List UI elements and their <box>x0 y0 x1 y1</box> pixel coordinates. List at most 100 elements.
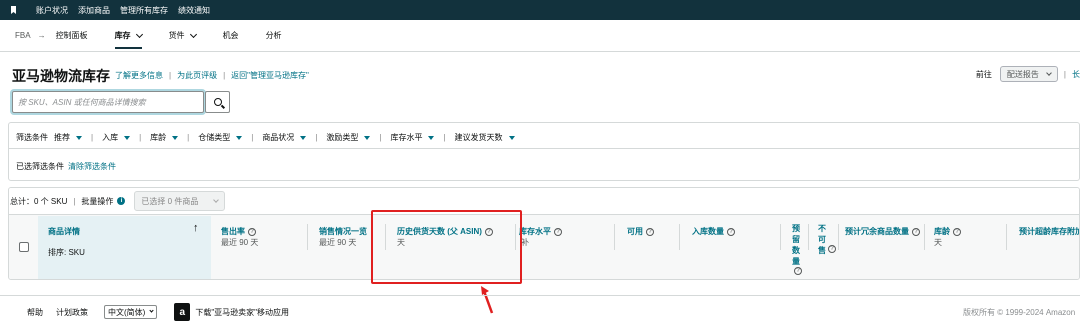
amazon-app-logo-icon[interactable]: a <box>174 303 191 321</box>
filter-item-label: 建议发货天数 <box>454 133 503 142</box>
column-header-reserved-quantity[interactable]: 预留数量 <box>792 223 802 267</box>
help-icon[interactable]: ? <box>727 227 735 236</box>
selected-filters-row: 已选筛选条件 清除筛选条件 <box>16 161 116 172</box>
selected-filters-label: 已选筛选条件 <box>16 162 64 171</box>
divider: | <box>251 133 254 142</box>
nav-tab-label: 控制面板 <box>55 31 88 40</box>
bulk-actions-select[interactable]: 已选择 0 件商品 <box>134 191 226 211</box>
filter-storage-type[interactable]: 仓储类型 <box>198 132 243 143</box>
help-icon[interactable]: ? <box>912 227 920 236</box>
filter-inbound[interactable]: 入库 <box>102 132 131 143</box>
truncated-link[interactable]: 长 <box>1072 69 1080 80</box>
search-button[interactable] <box>205 91 230 113</box>
column-header-available[interactable]: 可用? <box>627 226 654 237</box>
column-header-sell-through[interactable]: 售出率? <box>221 226 256 237</box>
topbar-link-performance-notifications[interactable]: 绩效通知 <box>178 5 210 16</box>
column-divider <box>838 224 839 250</box>
nav-tab-label: 机会 <box>222 31 239 40</box>
download-app-link[interactable]: 下载"亚马逊卖家"移动应用 <box>195 307 289 318</box>
help-link[interactable]: 帮助 <box>27 307 43 318</box>
language-value: 中文(简体) <box>108 307 146 317</box>
nav-tab-inventory[interactable]: 库存 <box>114 20 143 52</box>
chevron-down-icon <box>1046 69 1052 76</box>
fba-nav: FBA → 控制面板 库存 货件 机会 分析 <box>0 20 1080 52</box>
chevron-down-icon <box>189 30 197 38</box>
column-divider <box>614 224 615 250</box>
column-header-label: 售出率 <box>221 227 245 236</box>
help-icon[interactable]: ? <box>828 245 836 253</box>
filter-days-of-supply[interactable]: 建议发货天数 <box>455 132 515 143</box>
help-icon[interactable]: ? <box>794 267 802 275</box>
divider: | <box>443 133 446 142</box>
help-icon[interactable]: ? <box>953 227 961 236</box>
divider: | <box>315 133 318 142</box>
topbar-link-add-products[interactable]: 添加商品 <box>78 5 110 16</box>
nav-tab-analytics[interactable]: 分析 <box>266 20 282 52</box>
nav-tab-dashboard[interactable]: 控制面板 <box>56 20 88 52</box>
caret-down-icon <box>236 135 243 140</box>
search-input[interactable]: 按 SKU、ASIN 或任何商品详情搜索 <box>12 91 204 113</box>
column-header-inventory-age[interactable]: 库龄? <box>934 226 961 237</box>
column-header-inbound-quantity[interactable]: 入库数量? <box>692 226 735 237</box>
column-header-label: 预计冗余商品数量 <box>845 227 909 236</box>
nav-tab-label: 货件 <box>168 31 185 40</box>
help-icon[interactable]: ? <box>248 227 256 236</box>
help-icon[interactable]: ? <box>646 227 654 236</box>
sort-up-arrow-icon[interactable]: ↑ <box>193 222 199 234</box>
info-icon[interactable]: i <box>117 197 126 205</box>
select-all-checkbox[interactable] <box>19 242 29 252</box>
column-header-label: 可用 <box>627 227 643 236</box>
program-policies-link[interactable]: 计划政策 <box>56 307 88 318</box>
rate-page-link[interactable]: 为此页评级 <box>177 70 217 81</box>
back-to-manage-inventory-link[interactable]: 返回"管理亚马逊库存" <box>231 70 309 81</box>
filter-divider <box>9 148 1079 149</box>
column-subtitle: 最近 90 天 <box>221 238 259 247</box>
header-links: 了解更多信息 | 为此页评级 | 返回"管理亚马逊库存" <box>115 70 309 81</box>
filter-row: 筛选条件 推荐 | 入库 | 库龄 | 仓储类型 | 商品状况 | 激励类型 |… <box>16 132 515 143</box>
filter-item-label: 库存水平 <box>390 133 423 142</box>
caret-down-icon <box>428 135 435 140</box>
caret-down-icon <box>172 135 179 140</box>
column-header-label: 库龄 <box>934 227 950 236</box>
column-header-projected-aged-surcharge[interactable]: 预计超龄库存附加 <box>1019 226 1079 237</box>
caret-down-icon <box>76 135 82 140</box>
column-header-unfulfillable[interactable]: 不可售 <box>818 223 828 256</box>
product-details-column[interactable]: 商品详情 ↑ 排序: SKU <box>38 216 211 279</box>
report-select[interactable]: 配送报告 <box>999 66 1058 82</box>
language-select[interactable]: 中文(简体) <box>104 305 158 319</box>
filter-incentive-type[interactable]: 激励类型 <box>326 132 371 143</box>
inventory-table: 总计：0 个 SKU | 批量操作 i 已选择 0 件商品 商品详情 ↑ 排序:… <box>8 187 1080 280</box>
filter-item-label: 推荐 <box>54 133 70 142</box>
nav-tab-shipments[interactable]: 货件 <box>168 20 197 52</box>
top-bar: 账户状况 添加商品 管理所有库存 绩效通知 <box>0 0 1080 20</box>
filter-item-label: 库龄 <box>150 133 167 142</box>
table-header: 商品详情 ↑ 排序: SKU 售出率? 最近 90 天 销售情况一览 最近 90… <box>9 216 1079 279</box>
column-subtitle: 天 <box>934 238 942 247</box>
footer: 帮助 计划政策 中文(简体) a 下载"亚马逊卖家"移动应用 版权所有 © 19… <box>0 295 1080 328</box>
bookmark-icon[interactable] <box>11 6 16 14</box>
filter-recommended[interactable]: 推荐 <box>54 132 82 143</box>
filter-label: 筛选条件 <box>16 133 48 142</box>
filter-inventory-level[interactable]: 库存水平 <box>390 132 435 143</box>
column-header-sales-snapshot[interactable]: 销售情况一览 <box>319 226 367 237</box>
chevron-down-icon <box>213 196 220 203</box>
column-header-inventory-level[interactable]: 库存水平? <box>519 226 562 237</box>
sort-label: 排序: SKU <box>48 248 85 257</box>
filter-item-label: 激励类型 <box>326 133 359 142</box>
column-subtitle: 最近 90 天 <box>319 238 357 247</box>
help-icon[interactable]: ? <box>554 227 562 236</box>
filter-condition[interactable]: 商品状况 <box>262 132 307 143</box>
column-divider <box>808 224 809 250</box>
nav-tab-opportunities[interactable]: 机会 <box>223 20 239 52</box>
column-divider <box>679 224 680 250</box>
topbar-link-manage-inventory[interactable]: 管理所有库存 <box>120 5 168 16</box>
column-header-projected-excess-units[interactable]: 预计冗余商品数量? <box>845 226 920 237</box>
column-header-product-details[interactable]: 商品详情 <box>48 226 80 237</box>
goto-label: 前往 <box>975 69 992 79</box>
learn-more-link[interactable]: 了解更多信息 <box>115 70 163 81</box>
filter-age[interactable]: 库龄 <box>150 132 179 143</box>
clear-filters-link[interactable]: 清除筛选条件 <box>68 161 116 172</box>
topbar-link-account-health[interactable]: 账户状况 <box>36 5 68 16</box>
divider: | <box>73 196 76 206</box>
caret-down-icon <box>364 135 371 140</box>
